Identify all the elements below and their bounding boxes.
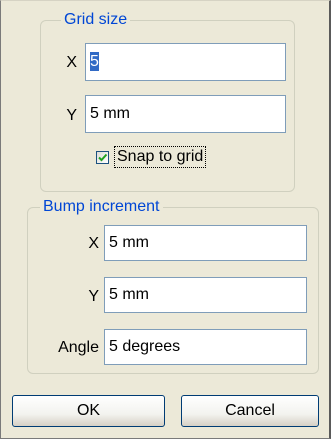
bump-increment-title: Bump increment xyxy=(40,198,163,216)
bump-angle-label: Angle xyxy=(58,339,99,356)
bump-y-input[interactable] xyxy=(104,277,307,313)
grid-y-label: Y xyxy=(66,107,77,124)
grid-settings-dialog: Grid size X 5 Y Snap to grid Bump increm… xyxy=(0,0,331,439)
grid-size-title: Grid size xyxy=(61,11,131,29)
bump-x-label: X xyxy=(88,235,99,252)
bump-x-input[interactable] xyxy=(104,225,307,261)
snap-to-grid-label[interactable]: Snap to grid xyxy=(114,146,207,168)
bump-y-label: Y xyxy=(88,288,99,305)
bump-angle-input[interactable] xyxy=(104,329,307,365)
grid-y-input[interactable] xyxy=(85,95,286,133)
grid-x-label: X xyxy=(66,54,77,71)
cancel-button[interactable]: Cancel xyxy=(181,395,319,427)
checkbox-checked-icon[interactable] xyxy=(96,150,109,164)
ok-button[interactable]: OK xyxy=(12,395,165,427)
snap-to-grid-checkbox[interactable]: Snap to grid xyxy=(96,146,207,168)
grid-x-selected-value: 5 xyxy=(90,52,99,71)
grid-x-input[interactable]: 5 xyxy=(85,43,286,81)
